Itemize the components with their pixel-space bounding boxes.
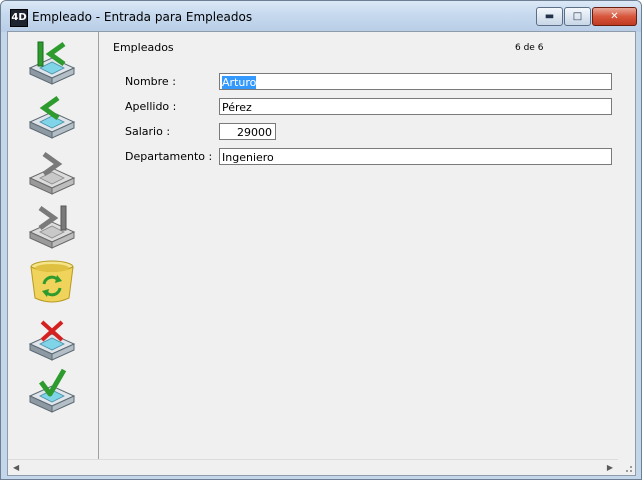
form-client-area: Empleados 6 de 6 Nombre : Arturo Apellid…: [7, 31, 636, 476]
trash-bin-icon: [30, 260, 74, 303]
form-title: Empleados: [113, 41, 174, 54]
minimize-icon: ▬: [544, 11, 555, 22]
employee-form: Empleados 6 de 6 Nombre : Arturo Apellid…: [99, 32, 635, 459]
accept-button[interactable]: [26, 366, 78, 414]
title-bar[interactable]: 4D Empleado - Entrada para Empleados ▬ □…: [1, 1, 641, 32]
record-counter: 6 de 6: [515, 43, 544, 53]
app-window: 4D Empleado - Entrada para Empleados ▬ □…: [0, 0, 642, 480]
close-button[interactable]: ✕: [592, 7, 637, 26]
departamento-value: Ingeniero: [222, 151, 274, 164]
salario-label: Salario :: [125, 125, 171, 138]
scroll-left-icon[interactable]: ◀: [13, 463, 19, 472]
maximize-button[interactable]: □: [564, 7, 591, 26]
scroll-right-icon[interactable]: ▶: [607, 463, 613, 472]
minimize-button[interactable]: ▬: [536, 7, 563, 26]
salario-field[interactable]: 29000: [219, 123, 276, 140]
apellido-field[interactable]: Pérez: [219, 98, 612, 115]
resize-grip-icon: [626, 466, 632, 472]
window-controls: ▬ □ ✕: [535, 7, 637, 26]
departamento-label: Departamento :: [125, 150, 213, 163]
apellido-value: Pérez: [222, 101, 252, 114]
nombre-field[interactable]: Arturo: [219, 73, 612, 90]
nombre-value: Arturo: [222, 76, 257, 89]
previous-record-icon: [28, 95, 76, 139]
accept-icon: [28, 368, 76, 413]
window-title: Empleado - Entrada para Empleados: [32, 10, 253, 24]
nombre-label: Nombre :: [125, 75, 176, 88]
record-toolbar: [8, 32, 99, 459]
first-record-button[interactable]: [26, 38, 78, 86]
apellido-label: Apellido :: [125, 100, 177, 113]
resize-grip[interactable]: [619, 460, 635, 475]
cancel-icon: [28, 320, 76, 361]
delete-record-button[interactable]: [26, 258, 78, 306]
last-record-button[interactable]: [26, 202, 78, 250]
app-icon: 4D: [10, 9, 28, 27]
maximize-icon: □: [572, 11, 583, 22]
last-record-icon: [28, 205, 76, 249]
next-record-button[interactable]: [26, 148, 78, 196]
close-icon: ✕: [610, 11, 619, 22]
departamento-field[interactable]: Ingeniero: [219, 148, 612, 165]
previous-record-button[interactable]: [26, 92, 78, 140]
cancel-button[interactable]: [26, 314, 78, 362]
salario-value: 29000: [237, 126, 272, 139]
horizontal-scrollbar[interactable]: ◀ ▶: [8, 459, 618, 475]
next-record-icon: [28, 151, 76, 195]
first-record-icon: [28, 41, 76, 85]
